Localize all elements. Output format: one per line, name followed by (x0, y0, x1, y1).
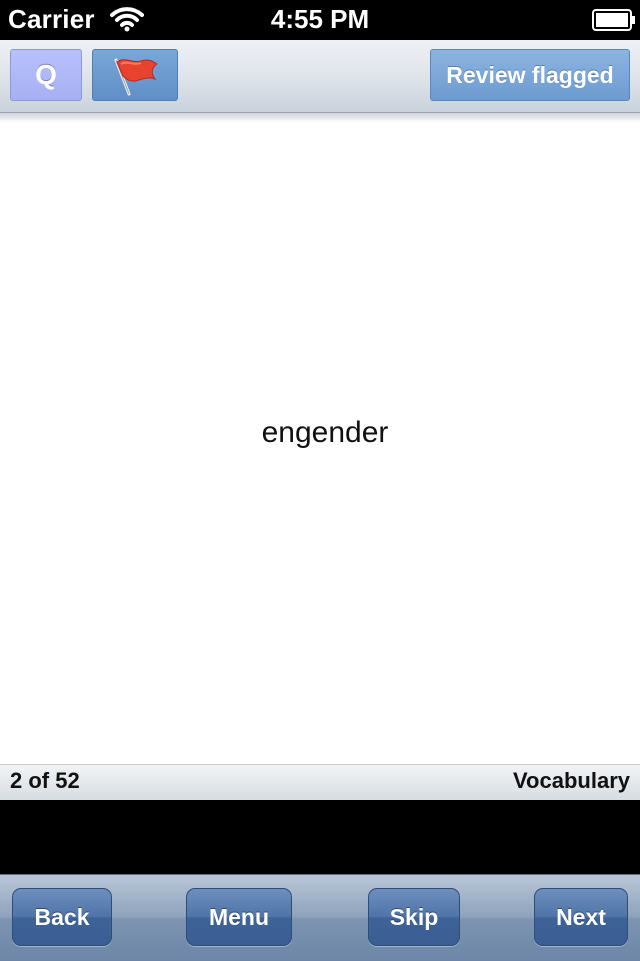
menu-button[interactable]: Menu (186, 888, 292, 946)
flashcard-word: engender (261, 416, 389, 449)
toolbar-shadow (0, 113, 640, 123)
ad-banner-area (0, 800, 640, 874)
card-progress: 2 of 52 (10, 768, 80, 793)
red-flag-icon (114, 58, 158, 96)
review-flagged-button[interactable]: Review flagged (430, 49, 630, 101)
status-time: 4:55 PM (270, 4, 370, 34)
skip-button[interactable]: Skip (368, 888, 460, 946)
next-button[interactable]: Next (534, 888, 628, 946)
quiz-mode-button[interactable]: Q (10, 49, 82, 101)
back-button[interactable]: Back (12, 888, 112, 946)
battery-icon (592, 9, 636, 31)
deck-category: Vocabulary (513, 768, 630, 793)
flag-button[interactable] (92, 49, 178, 101)
